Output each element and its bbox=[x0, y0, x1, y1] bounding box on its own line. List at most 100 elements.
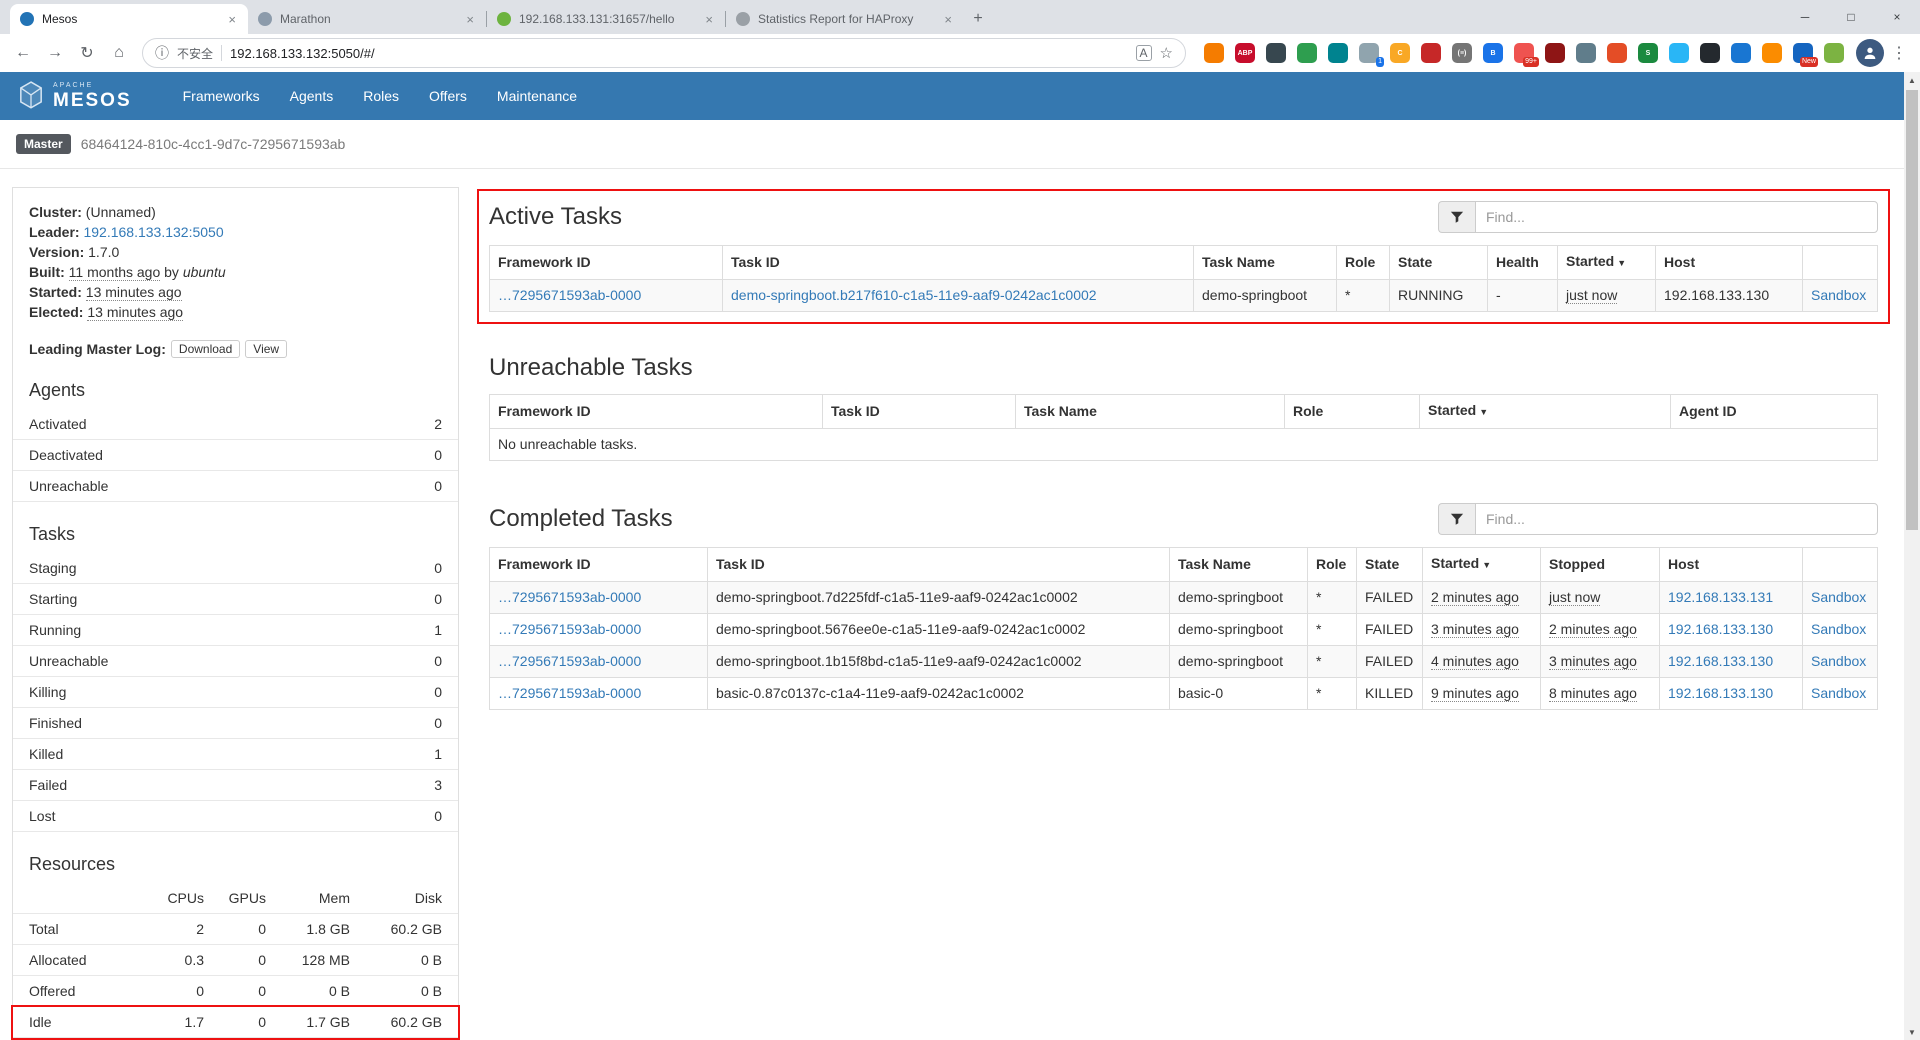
col-health[interactable]: Health bbox=[1488, 246, 1558, 280]
extension-icon[interactable]: New bbox=[1793, 43, 1813, 63]
log-view-button[interactable]: View bbox=[245, 340, 287, 358]
back-button[interactable]: ← bbox=[8, 38, 38, 68]
framework-id-link[interactable]: …7295671593ab-0000 bbox=[498, 685, 641, 701]
col-agent-id[interactable]: Agent ID bbox=[1671, 395, 1878, 429]
extension-icon[interactable]: (≡) bbox=[1452, 43, 1472, 63]
framework-id-link[interactable]: …7295671593ab-0000 bbox=[498, 653, 641, 669]
col-role[interactable]: Role bbox=[1337, 246, 1390, 280]
tab-marathon[interactable]: Marathon × bbox=[248, 4, 486, 34]
tab-close-icon[interactable]: × bbox=[703, 12, 715, 27]
page-info-icon[interactable]: ⓘ bbox=[155, 43, 169, 63]
col-task-name[interactable]: Task Name bbox=[1194, 246, 1337, 280]
scroll-up-icon[interactable]: ▲ bbox=[1904, 72, 1920, 88]
col-task-id[interactable]: Task ID bbox=[823, 395, 1016, 429]
translate-icon[interactable]: A bbox=[1136, 45, 1152, 61]
nav-item-offers[interactable]: Offers bbox=[414, 72, 482, 120]
extension-icon[interactable]: C bbox=[1390, 43, 1410, 63]
col-role[interactable]: Role bbox=[1308, 548, 1357, 582]
nav-item-frameworks[interactable]: Frameworks bbox=[168, 72, 275, 120]
mesos-logo[interactable]: APACHE MESOS bbox=[18, 81, 132, 111]
sandbox-link[interactable]: Sandbox bbox=[1811, 685, 1866, 701]
extension-icon[interactable] bbox=[1266, 43, 1286, 63]
browser-menu-icon[interactable]: ⋮ bbox=[1886, 38, 1912, 68]
framework-id-link[interactable]: …7295671593ab-0000 bbox=[498, 589, 641, 605]
extension-icon[interactable] bbox=[1731, 43, 1751, 63]
extension-icon[interactable] bbox=[1762, 43, 1782, 63]
extension-icon[interactable]: 99+ bbox=[1514, 43, 1534, 63]
log-download-button[interactable]: Download bbox=[171, 340, 240, 358]
security-label[interactable]: 不安全 bbox=[177, 45, 213, 62]
extension-icon[interactable]: B bbox=[1483, 43, 1503, 63]
sandbox-link[interactable]: Sandbox bbox=[1811, 287, 1866, 303]
tab-close-icon[interactable]: × bbox=[464, 12, 476, 27]
extension-icon[interactable]: ABP bbox=[1235, 43, 1255, 63]
col-task-id[interactable]: Task ID bbox=[723, 246, 1194, 280]
url-input[interactable] bbox=[230, 46, 1128, 61]
col-host[interactable]: Host bbox=[1656, 246, 1803, 280]
nav-item-maintenance[interactable]: Maintenance bbox=[482, 72, 592, 120]
new-tab-button[interactable]: + bbox=[964, 5, 992, 33]
task-id-link[interactable]: demo-springboot.b217f610-c1a5-11e9-aaf9-… bbox=[731, 287, 1097, 303]
extension-icon[interactable] bbox=[1607, 43, 1627, 63]
col-task-name[interactable]: Task Name bbox=[1016, 395, 1285, 429]
extension-icon[interactable] bbox=[1328, 43, 1348, 63]
host-link[interactable]: 192.168.133.130 bbox=[1668, 685, 1773, 701]
tab-hello-app[interactable]: 192.168.133.131:31657/hello × bbox=[487, 4, 725, 34]
tab-mesos[interactable]: Mesos × bbox=[10, 4, 248, 34]
col-stopped[interactable]: Stopped bbox=[1541, 548, 1660, 582]
profile-avatar[interactable] bbox=[1856, 39, 1884, 67]
col-started[interactable]: Started▼ bbox=[1558, 246, 1656, 280]
extension-icon[interactable] bbox=[1669, 43, 1689, 63]
row-value: 0 bbox=[434, 589, 442, 609]
extension-icon[interactable] bbox=[1545, 43, 1565, 63]
host-link[interactable]: 192.168.133.131 bbox=[1668, 589, 1773, 605]
row-value: 2 bbox=[434, 414, 442, 434]
host-link[interactable]: 192.168.133.130 bbox=[1668, 621, 1773, 637]
col-framework-id[interactable]: Framework ID bbox=[490, 548, 708, 582]
tab-close-icon[interactable]: × bbox=[226, 12, 238, 27]
tab-close-icon[interactable]: × bbox=[942, 12, 954, 27]
extension-icon[interactable] bbox=[1700, 43, 1720, 63]
tab-haproxy-stats[interactable]: Statistics Report for HAProxy × bbox=[726, 4, 964, 34]
home-button[interactable]: ⌂ bbox=[104, 38, 134, 68]
maximize-button[interactable]: □ bbox=[1828, 0, 1874, 34]
scrollbar-thumb[interactable] bbox=[1906, 90, 1918, 530]
address-bar[interactable]: ⓘ 不安全 A ☆ bbox=[142, 38, 1186, 68]
col-host[interactable]: Host bbox=[1660, 548, 1803, 582]
sandbox-link[interactable]: Sandbox bbox=[1811, 621, 1866, 637]
col-framework-id[interactable]: Framework ID bbox=[490, 395, 823, 429]
nav-item-agents[interactable]: Agents bbox=[275, 72, 349, 120]
col-started[interactable]: Started▼ bbox=[1420, 395, 1671, 429]
scroll-down-icon[interactable]: ▼ bbox=[1904, 1024, 1920, 1040]
sandbox-link[interactable]: Sandbox bbox=[1811, 589, 1866, 605]
reload-button[interactable]: ↻ bbox=[72, 38, 102, 68]
framework-id-link[interactable]: …7295671593ab-0000 bbox=[498, 621, 641, 637]
col-started[interactable]: Started▼ bbox=[1423, 548, 1541, 582]
extension-icon[interactable]: 1 bbox=[1359, 43, 1379, 63]
completed-tasks-find-input[interactable] bbox=[1475, 503, 1878, 535]
framework-id-link[interactable]: …7295671593ab-0000 bbox=[498, 287, 641, 303]
active-tasks-section: Active Tasks bbox=[489, 201, 1878, 312]
page-scrollbar[interactable]: ▲ ▼ bbox=[1904, 72, 1920, 1040]
leader-link[interactable]: 192.168.133.132:5050 bbox=[83, 224, 223, 240]
col-framework-id[interactable]: Framework ID bbox=[490, 246, 723, 280]
nav-item-roles[interactable]: Roles bbox=[348, 72, 414, 120]
extension-icon[interactable] bbox=[1576, 43, 1596, 63]
col-role[interactable]: Role bbox=[1285, 395, 1420, 429]
extension-icon[interactable] bbox=[1297, 43, 1317, 63]
bookmark-star-icon[interactable]: ☆ bbox=[1160, 44, 1173, 62]
minimize-button[interactable]: ─ bbox=[1782, 0, 1828, 34]
close-button[interactable]: × bbox=[1874, 0, 1920, 34]
col-task-id[interactable]: Task ID bbox=[708, 548, 1170, 582]
host-link[interactable]: 192.168.133.130 bbox=[1668, 653, 1773, 669]
extension-icon[interactable] bbox=[1824, 43, 1844, 63]
extension-icon[interactable]: S bbox=[1638, 43, 1658, 63]
col-state[interactable]: State bbox=[1390, 246, 1488, 280]
sandbox-link[interactable]: Sandbox bbox=[1811, 653, 1866, 669]
col-state[interactable]: State bbox=[1357, 548, 1423, 582]
active-tasks-find-input[interactable] bbox=[1475, 201, 1878, 233]
extension-icon[interactable] bbox=[1204, 43, 1224, 63]
forward-button[interactable]: → bbox=[40, 38, 70, 68]
extension-icon[interactable] bbox=[1421, 43, 1441, 63]
col-task-name[interactable]: Task Name bbox=[1170, 548, 1308, 582]
